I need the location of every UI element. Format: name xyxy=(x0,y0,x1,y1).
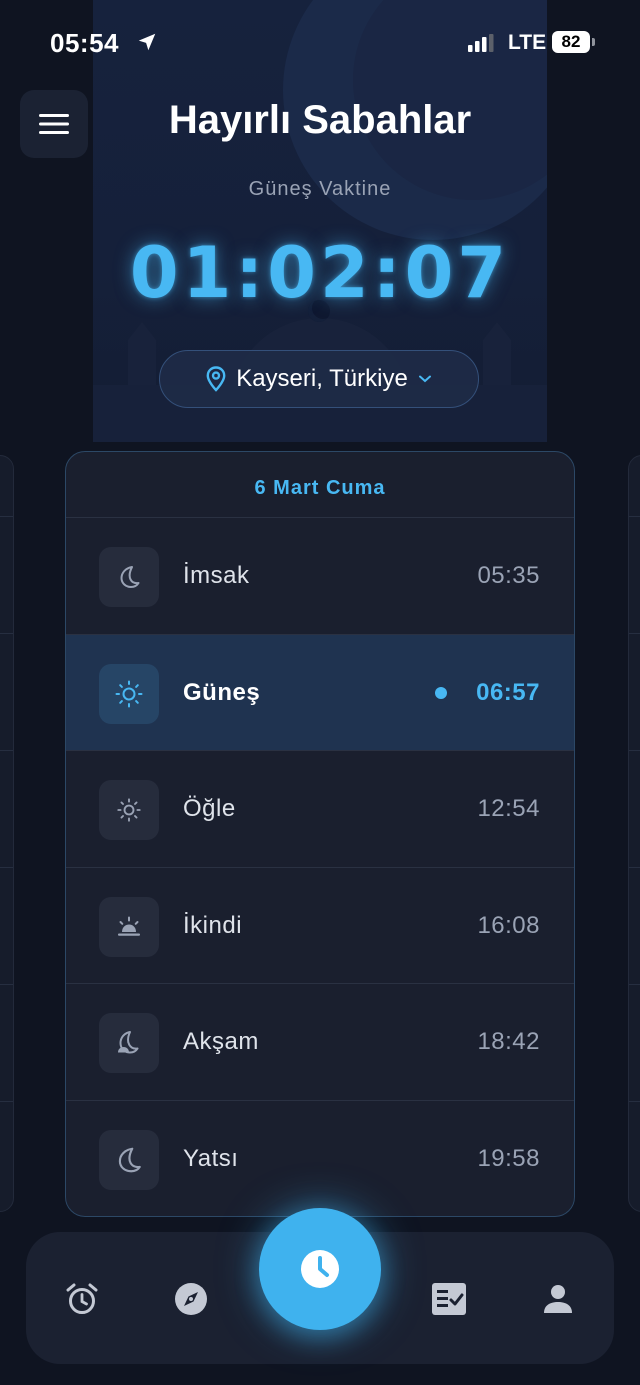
status-bar: 05:54 LTE 82 xyxy=(0,0,640,88)
prayer-times-card: 6 Mart Cuma İmsak 05:35 Güneş 06:57 Öğle… xyxy=(65,451,575,1217)
prayer-row-gunes[interactable]: Güneş 06:57 xyxy=(66,634,574,751)
countdown-label: Güneş Vaktine xyxy=(248,178,392,200)
prayer-time: 19:58 xyxy=(477,1144,540,1172)
prayer-row-yatsi[interactable]: Yatsı 19:58 xyxy=(66,1101,574,1217)
profile-icon xyxy=(544,1285,572,1313)
prayer-row-imsak[interactable]: İmsak 05:35 xyxy=(66,518,574,635)
prayer-time: 18:42 xyxy=(477,1028,540,1055)
sun-icon xyxy=(99,663,159,724)
network-type: LTE xyxy=(508,31,547,54)
sun-icon xyxy=(99,780,159,840)
prayer-time: 12:54 xyxy=(477,795,540,822)
prayer-time: 16:08 xyxy=(477,911,540,939)
location-label: Kayseri, Türkiye xyxy=(236,365,408,392)
compass-icon xyxy=(175,1283,207,1315)
status-time: 05:54 xyxy=(50,28,119,58)
moon-set-icon xyxy=(99,1013,159,1073)
battery-tip xyxy=(592,38,595,46)
current-indicator-dot xyxy=(435,686,447,699)
clock-icon xyxy=(301,1250,339,1288)
prayer-name: İmsak xyxy=(183,562,250,589)
previous-day-card[interactable] xyxy=(0,455,14,1212)
prayer-name: Akşam xyxy=(183,1028,259,1055)
countdown-timer: 01:02:07 xyxy=(129,232,511,314)
prayer-name: Yatsı xyxy=(183,1144,239,1172)
signal-icon xyxy=(468,34,494,52)
nav-qibla[interactable] xyxy=(171,1279,211,1319)
nav-profile[interactable] xyxy=(538,1279,578,1319)
greeting-title: Hayırlı Sabahlar xyxy=(168,98,472,142)
prayer-row-ikindi[interactable]: İkindi 16:08 xyxy=(66,868,574,984)
battery-indicator: 82 xyxy=(552,31,590,53)
alarm-icon xyxy=(66,1283,98,1314)
chevron-down-icon xyxy=(418,375,431,383)
sunset-icon xyxy=(99,896,159,957)
card-date: 6 Mart Cuma xyxy=(66,452,574,518)
nav-alarm[interactable] xyxy=(62,1279,102,1319)
prayer-time: 05:35 xyxy=(477,562,540,589)
moon-icon xyxy=(99,547,159,607)
location-pin-icon xyxy=(206,366,226,392)
prayer-name: Öğle xyxy=(183,795,236,822)
checklist-icon xyxy=(432,1283,466,1315)
location-selector[interactable]: Kayseri, Türkiye xyxy=(159,350,479,408)
prayer-row-ogle[interactable]: Öğle 12:54 xyxy=(66,751,574,868)
prayer-name: Güneş xyxy=(183,678,261,706)
nav-checklist[interactable] xyxy=(429,1279,469,1319)
prayer-times-tab-button[interactable] xyxy=(259,1208,381,1330)
prayer-row-aksam[interactable]: Akşam 18:42 xyxy=(66,984,574,1101)
location-arrow-icon xyxy=(138,33,156,51)
prayer-name: İkindi xyxy=(183,911,243,939)
moon-icon xyxy=(99,1129,159,1190)
next-day-card[interactable] xyxy=(628,455,640,1212)
prayer-time: 06:57 xyxy=(476,678,540,706)
